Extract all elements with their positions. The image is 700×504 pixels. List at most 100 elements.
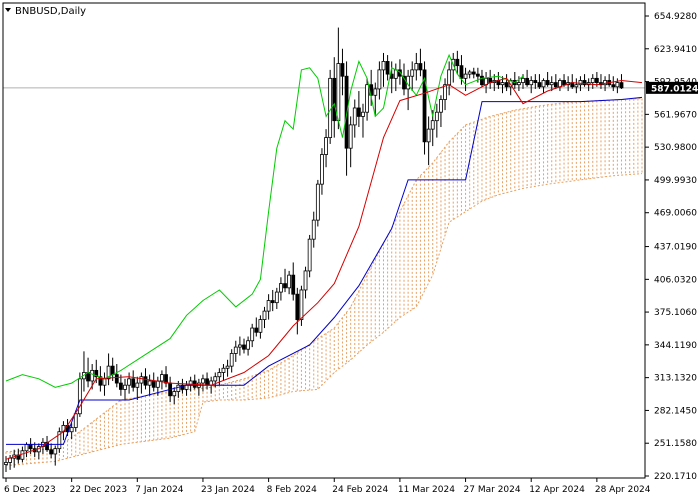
candle: [406, 69, 411, 111]
candle-body: [619, 82, 624, 89]
candle-body: [287, 274, 292, 289]
candles: [4, 27, 624, 472]
candle: [254, 317, 259, 337]
candle: [504, 74, 509, 92]
candle: [311, 211, 316, 248]
candle: [164, 366, 168, 388]
candle-body: [545, 80, 550, 86]
y-tick-label: 530.9800: [654, 143, 697, 153]
candle-body: [123, 384, 127, 390]
candle-body: [517, 82, 521, 86]
chart-title: BNBUSD,Daily: [5, 6, 86, 17]
candle: [512, 72, 517, 89]
candle-body: [381, 61, 386, 71]
candle-body: [414, 63, 419, 71]
candle: [303, 266, 308, 299]
candle-body: [274, 291, 279, 304]
candle: [393, 63, 398, 92]
candle-body: [348, 124, 353, 149]
candle: [250, 323, 255, 348]
candle-body: [266, 300, 271, 312]
candle-body: [533, 80, 538, 83]
candle: [484, 72, 488, 94]
y-tick-label: 282.1450: [654, 406, 697, 416]
candle-body: [578, 80, 583, 86]
candle: [114, 364, 119, 388]
candle-body: [28, 444, 33, 450]
candle-body: [307, 238, 312, 272]
candle: [77, 372, 82, 417]
candle: [434, 103, 439, 138]
candle: [102, 372, 107, 396]
candle: [377, 61, 382, 100]
candle: [570, 74, 575, 89]
x-tick-label: 27 Mar 2024: [464, 485, 521, 495]
candle: [57, 427, 62, 453]
y-tick-label: 437.0190: [654, 243, 697, 253]
candle: [237, 336, 242, 356]
candle-body: [311, 219, 316, 240]
y-tick-label: 561.9670: [654, 110, 697, 120]
current-price-tag: 587.0124: [646, 81, 698, 94]
candle-body: [131, 378, 136, 388]
candle: [274, 287, 279, 310]
y-tick-label: 251.1580: [654, 439, 697, 449]
candle-body: [430, 120, 435, 130]
candle-body: [270, 300, 275, 304]
x-tick-label: 6 Dec 2023: [4, 485, 56, 495]
candle: [361, 103, 365, 138]
candle-body: [221, 367, 226, 373]
candle-body: [160, 374, 164, 382]
candle-body: [315, 183, 320, 221]
candle-body: [590, 77, 595, 83]
candle: [221, 364, 226, 381]
y-tick-label: 654.9280: [654, 12, 697, 22]
candle-body: [475, 73, 480, 77]
candle: [233, 340, 238, 362]
candle: [385, 55, 390, 81]
current-price-label: 587.0124: [651, 84, 698, 94]
senkou-span-b: [5, 173, 643, 467]
x-tick-label: 28 Apr 2024: [595, 485, 651, 495]
candle-body: [500, 82, 505, 86]
candle: [488, 69, 493, 89]
candle: [279, 277, 283, 301]
candle-body: [246, 340, 250, 350]
candle-body: [521, 77, 525, 83]
candle: [439, 95, 443, 128]
candle-body: [480, 75, 484, 86]
candle: [586, 78, 591, 92]
candle-body: [471, 71, 476, 75]
candle-body: [463, 73, 468, 79]
candle: [599, 74, 603, 89]
candle: [471, 67, 476, 79]
triangle-down-icon[interactable]: [5, 8, 11, 12]
candle: [123, 378, 127, 401]
chart-svg[interactable]: 654.9280623.9410592.9540561.9670530.9800…: [0, 0, 700, 500]
candle-body: [279, 283, 283, 293]
candle-body: [373, 88, 378, 96]
candle-body: [291, 274, 296, 295]
candle-body: [4, 462, 8, 465]
candle: [283, 268, 287, 293]
candle-body: [205, 378, 209, 386]
candle: [553, 74, 558, 89]
x-tick-label: 22 Dec 2023: [70, 485, 128, 495]
candle-body: [467, 71, 472, 75]
candle-body: [541, 80, 546, 88]
candle: [139, 372, 144, 394]
candle: [184, 380, 189, 396]
candle-body: [254, 327, 259, 333]
y-tick-label: 406.0320: [654, 275, 697, 285]
candle: [332, 57, 337, 138]
candle-body: [172, 391, 177, 397]
candle-body: [426, 128, 431, 143]
candle-body: [283, 283, 287, 289]
candle: [582, 74, 587, 87]
chart-window[interactable]: 654.9280623.9410592.9540561.9670530.9800…: [0, 0, 700, 500]
candle: [106, 353, 111, 386]
candle-body: [418, 63, 423, 71]
y-tick-label: 623.9410: [654, 45, 697, 55]
candle-body: [250, 327, 255, 342]
x-tick-label: 12 Apr 2024: [529, 485, 585, 495]
